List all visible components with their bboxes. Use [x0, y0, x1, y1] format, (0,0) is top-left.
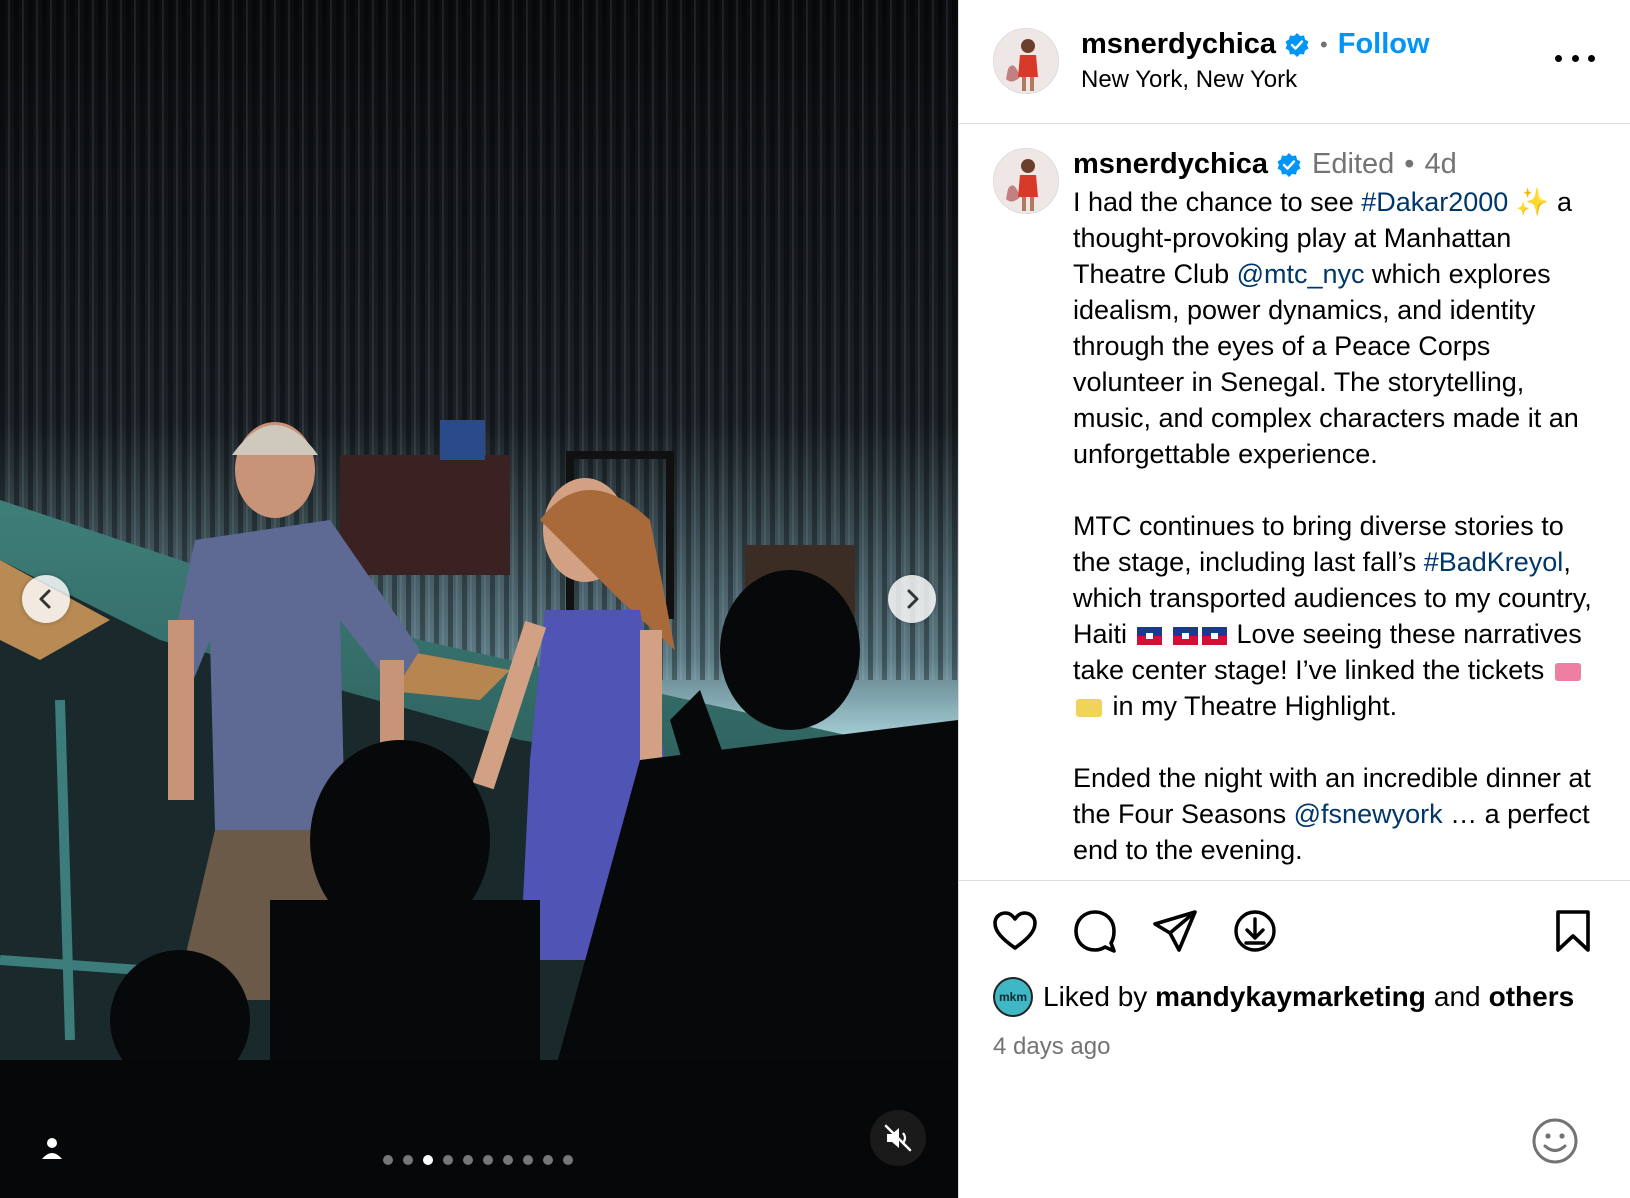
carousel-dot[interactable]: [563, 1155, 573, 1165]
post-media[interactable]: [0, 0, 958, 1198]
caption-paragraph-1: I had the chance to see #Dakar2000 ✨ a t…: [1073, 187, 1579, 469]
next-slide-button[interactable]: [888, 575, 936, 623]
caption-username[interactable]: msnerdychica: [1073, 148, 1268, 181]
previous-slide-button[interactable]: [22, 575, 70, 623]
carousel-dot[interactable]: [443, 1155, 453, 1165]
carousel-dot[interactable]: [403, 1155, 413, 1165]
emoji-icon[interactable]: [1531, 1117, 1579, 1165]
caption-text: I had the chance to see #Dakar2000 ✨ a t…: [1073, 184, 1603, 880]
carousel-dot[interactable]: [423, 1155, 433, 1165]
post-age[interactable]: 4d: [1424, 148, 1456, 181]
author-avatar[interactable]: [993, 28, 1059, 94]
more-options-icon[interactable]: [1555, 48, 1595, 68]
carousel-dot[interactable]: [503, 1155, 513, 1165]
caption-paragraph-3: Ended the night with an incredible dinne…: [1073, 763, 1591, 865]
post-date[interactable]: 4 days ago: [993, 1033, 1110, 1061]
haiti-flag-icon: [1173, 627, 1199, 645]
bookmark-icon[interactable]: [1549, 907, 1597, 955]
post-location[interactable]: New York, New York: [1081, 66, 1297, 94]
follow-button[interactable]: Follow: [1338, 28, 1430, 61]
verified-badge-icon: [1277, 152, 1301, 177]
carousel-dot[interactable]: [523, 1155, 533, 1165]
likes-summary: mkm Liked by mandykaymarketing and others: [993, 977, 1574, 1017]
header-username-row: msnerdychica • Follow: [1081, 28, 1430, 61]
liked-by-others-link[interactable]: others: [1489, 981, 1575, 1013]
liked-by-label: Liked by: [1043, 981, 1148, 1012]
chevron-right-icon: [907, 589, 919, 609]
caption-header: msnerdychica Edited • 4d: [1073, 148, 1457, 181]
stage-photo: [0, 0, 958, 1198]
caption-avatar-image: [994, 149, 1058, 213]
haiti-flag-icon: [1202, 627, 1228, 645]
verified-badge-icon: [1285, 32, 1309, 57]
mute-button[interactable]: [870, 1110, 926, 1166]
liker-avatar[interactable]: mkm: [993, 977, 1033, 1017]
carousel-dot[interactable]: [543, 1155, 553, 1165]
comment-icon[interactable]: [1071, 907, 1119, 955]
hashtag-dakar2000[interactable]: #Dakar2000: [1361, 187, 1508, 217]
share-icon[interactable]: [1151, 907, 1199, 955]
header-separator: •: [1320, 31, 1328, 57]
heart-icon[interactable]: [991, 907, 1039, 955]
edited-label: Edited: [1312, 148, 1395, 180]
liker-username[interactable]: mandykaymarketing: [1155, 981, 1426, 1013]
mention-fsnewyork[interactable]: @fsnewyork: [1294, 799, 1443, 829]
caption-area: msnerdychica Edited • 4d I had the chanc…: [959, 124, 1630, 880]
author-username[interactable]: msnerdychica: [1081, 28, 1276, 61]
hashtag-badkreyol[interactable]: #BadKreyol: [1424, 547, 1564, 577]
carousel-dot[interactable]: [483, 1155, 493, 1165]
post-header: msnerdychica • Follow New York, New York: [959, 0, 1630, 124]
tagged-users-button[interactable]: [34, 1130, 70, 1166]
post-details-panel: msnerdychica • Follow New York, New York…: [958, 0, 1630, 1198]
muted-speaker-icon: [884, 1124, 912, 1152]
mention-mtc-nyc[interactable]: @mtc_nyc: [1237, 259, 1365, 289]
chevron-left-icon: [39, 589, 51, 609]
ticket-icon: [1076, 699, 1102, 717]
caption-author-avatar[interactable]: [993, 148, 1059, 214]
author-avatar-image: [994, 29, 1058, 93]
carousel-indicators: [383, 1155, 573, 1165]
carousel-dot[interactable]: [463, 1155, 473, 1165]
sparkles-emoji: ✨: [1515, 187, 1550, 217]
admission-ticket-icon: [1554, 663, 1581, 681]
download-icon[interactable]: [1231, 907, 1279, 955]
user-tag-icon: [42, 1138, 62, 1159]
carousel-dot[interactable]: [383, 1155, 393, 1165]
caption-paragraph-2: MTC continues to bring diverse stories t…: [1073, 511, 1592, 721]
action-bar: mkm Liked by mandykaymarketing and others …: [959, 880, 1630, 1198]
haiti-flag-icon: [1136, 627, 1162, 645]
caption-separator: •: [1404, 148, 1415, 180]
